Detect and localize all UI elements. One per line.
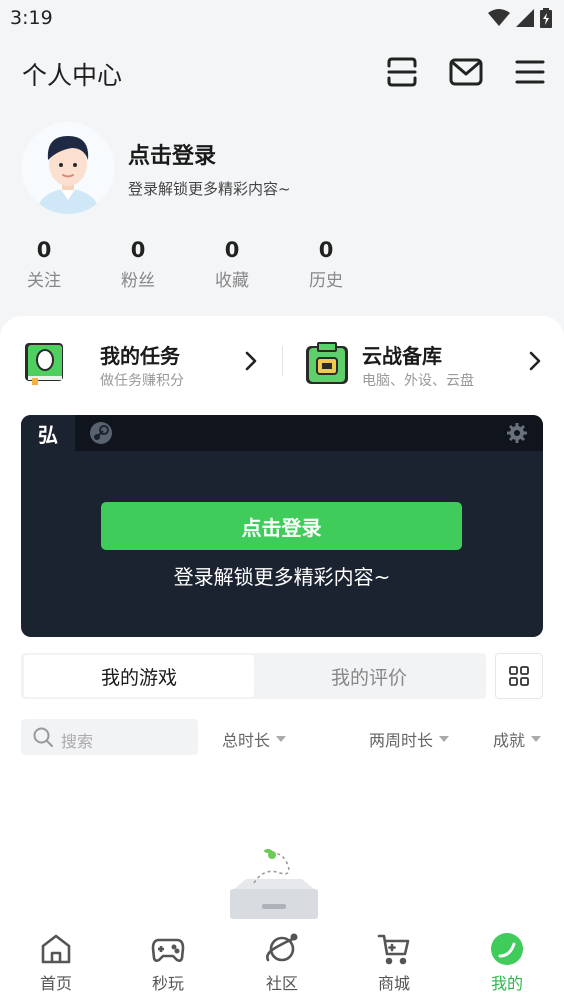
caret-down-icon bbox=[531, 736, 542, 742]
gamepad-icon bbox=[151, 938, 185, 962]
nav-label: 秒玩 bbox=[151, 974, 184, 993]
filter-total-time[interactable]: 总时长 bbox=[222, 727, 287, 751]
planet-icon bbox=[266, 933, 298, 962]
stat-following[interactable]: 0 关注 bbox=[14, 238, 74, 291]
stat-label: 收藏 bbox=[215, 271, 249, 291]
nav-me[interactable]: 我的 bbox=[467, 932, 547, 994]
filter-label: 两周时长 bbox=[369, 731, 434, 750]
steam-login-button[interactable]: 点击登录 bbox=[101, 502, 462, 550]
backpack-icon bbox=[306, 342, 348, 384]
signal-icon bbox=[516, 9, 534, 27]
caret-down-icon bbox=[276, 736, 287, 742]
avatar[interactable] bbox=[22, 122, 114, 214]
empty-box-illustration bbox=[230, 849, 318, 919]
status-bar: 3:19 bbox=[0, 0, 564, 38]
status-icons bbox=[488, 8, 552, 28]
nav-home[interactable]: 首页 bbox=[16, 932, 96, 994]
steam-login-subtitle: 登录解锁更多精彩内容~ bbox=[173, 565, 391, 589]
header: 个人中心 bbox=[0, 44, 564, 100]
wifi-icon bbox=[488, 9, 510, 26]
status-time: 3:19 bbox=[10, 7, 53, 29]
nav-label: 商城 bbox=[377, 974, 410, 993]
chevron-right-icon bbox=[245, 351, 257, 371]
page-title: 个人中心 bbox=[22, 61, 123, 90]
bottom-navigation: 首页 秒玩 社区 商城 我的 bbox=[0, 928, 564, 1004]
grid-view-button[interactable] bbox=[495, 653, 543, 699]
hamburger-menu-icon bbox=[515, 60, 545, 84]
quick-links-row: 我的任务 做任务赚积分 云战备库 电脑、外设、云盘 bbox=[0, 338, 564, 404]
nav-label: 我的 bbox=[490, 974, 523, 993]
grid-icon bbox=[509, 666, 529, 686]
quick-link-subtitle: 电脑、外设、云盘 bbox=[362, 373, 474, 389]
scan-button[interactable] bbox=[382, 52, 422, 92]
chevron-right-icon bbox=[529, 351, 541, 371]
stat-history[interactable]: 0 历史 bbox=[296, 238, 356, 291]
stat-fans[interactable]: 0 粉丝 bbox=[108, 238, 168, 291]
platform-tab-hong[interactable]: 弘 bbox=[21, 415, 75, 451]
search-placeholder: 搜索 bbox=[61, 732, 94, 751]
search-icon bbox=[33, 727, 53, 747]
stat-value: 0 bbox=[130, 238, 146, 262]
mail-icon bbox=[449, 58, 483, 86]
filter-label: 总时长 bbox=[222, 731, 271, 750]
filter-label: 成就 bbox=[493, 731, 526, 750]
quick-link-title: 我的任务 bbox=[100, 344, 180, 368]
nav-label: 首页 bbox=[39, 974, 72, 993]
steam-platform-bar: 弘 bbox=[21, 415, 543, 451]
cart-icon bbox=[377, 934, 410, 965]
quick-link-title: 云战备库 bbox=[362, 344, 442, 368]
login-subtitle: 登录解锁更多精彩内容~ bbox=[128, 180, 291, 198]
scan-icon bbox=[387, 57, 417, 87]
search-input[interactable]: 搜索 bbox=[21, 719, 198, 755]
game-tabs: 我的游戏 我的评价 bbox=[21, 653, 486, 699]
message-button[interactable] bbox=[446, 52, 486, 92]
stat-favorites[interactable]: 0 收藏 bbox=[202, 238, 262, 291]
divider bbox=[282, 346, 283, 376]
caret-down-icon bbox=[439, 736, 450, 742]
task-book-icon bbox=[25, 343, 63, 385]
gear-icon[interactable] bbox=[507, 423, 527, 443]
filter-achievements[interactable]: 成就 bbox=[493, 727, 542, 751]
quick-link-subtitle: 做任务赚积分 bbox=[100, 373, 184, 389]
home-icon bbox=[41, 934, 71, 964]
stat-value: 0 bbox=[224, 238, 240, 262]
default-avatar-illustration bbox=[22, 122, 114, 214]
menu-button[interactable] bbox=[510, 52, 550, 92]
profile-leaf-icon bbox=[491, 933, 523, 965]
stat-label: 粉丝 bbox=[121, 271, 155, 291]
login-title[interactable]: 点击登录 bbox=[128, 138, 216, 170]
steam-account-panel: 弘 点击登录 登录解锁更多精彩内容~ bbox=[21, 415, 543, 637]
stat-value: 0 bbox=[36, 238, 52, 262]
cloud-backpack-link[interactable]: 云战备库 电脑、外设、云盘 bbox=[304, 338, 544, 404]
nav-instant-play[interactable]: 秒玩 bbox=[128, 932, 208, 994]
steam-icon[interactable] bbox=[89, 421, 113, 445]
content-card: 我的任务 做任务赚积分 云战备库 电脑、外设、云盘 弘 点击登录 登录解锁更多精… bbox=[0, 316, 564, 1004]
nav-store[interactable]: 商城 bbox=[354, 932, 434, 994]
nav-community[interactable]: 社区 bbox=[242, 932, 322, 994]
filter-two-week-time[interactable]: 两周时长 bbox=[369, 727, 450, 751]
battery-icon bbox=[540, 8, 552, 28]
stat-label: 关注 bbox=[27, 271, 61, 291]
nav-label: 社区 bbox=[265, 974, 298, 993]
stat-label: 历史 bbox=[309, 271, 343, 291]
my-tasks-link[interactable]: 我的任务 做任务赚积分 bbox=[22, 338, 264, 404]
tab-my-games[interactable]: 我的游戏 bbox=[24, 655, 254, 697]
tab-my-reviews[interactable]: 我的评价 bbox=[254, 655, 484, 697]
stat-value: 0 bbox=[318, 238, 334, 262]
stats-row: 0 关注 0 粉丝 0 收藏 0 历史 bbox=[0, 238, 564, 298]
